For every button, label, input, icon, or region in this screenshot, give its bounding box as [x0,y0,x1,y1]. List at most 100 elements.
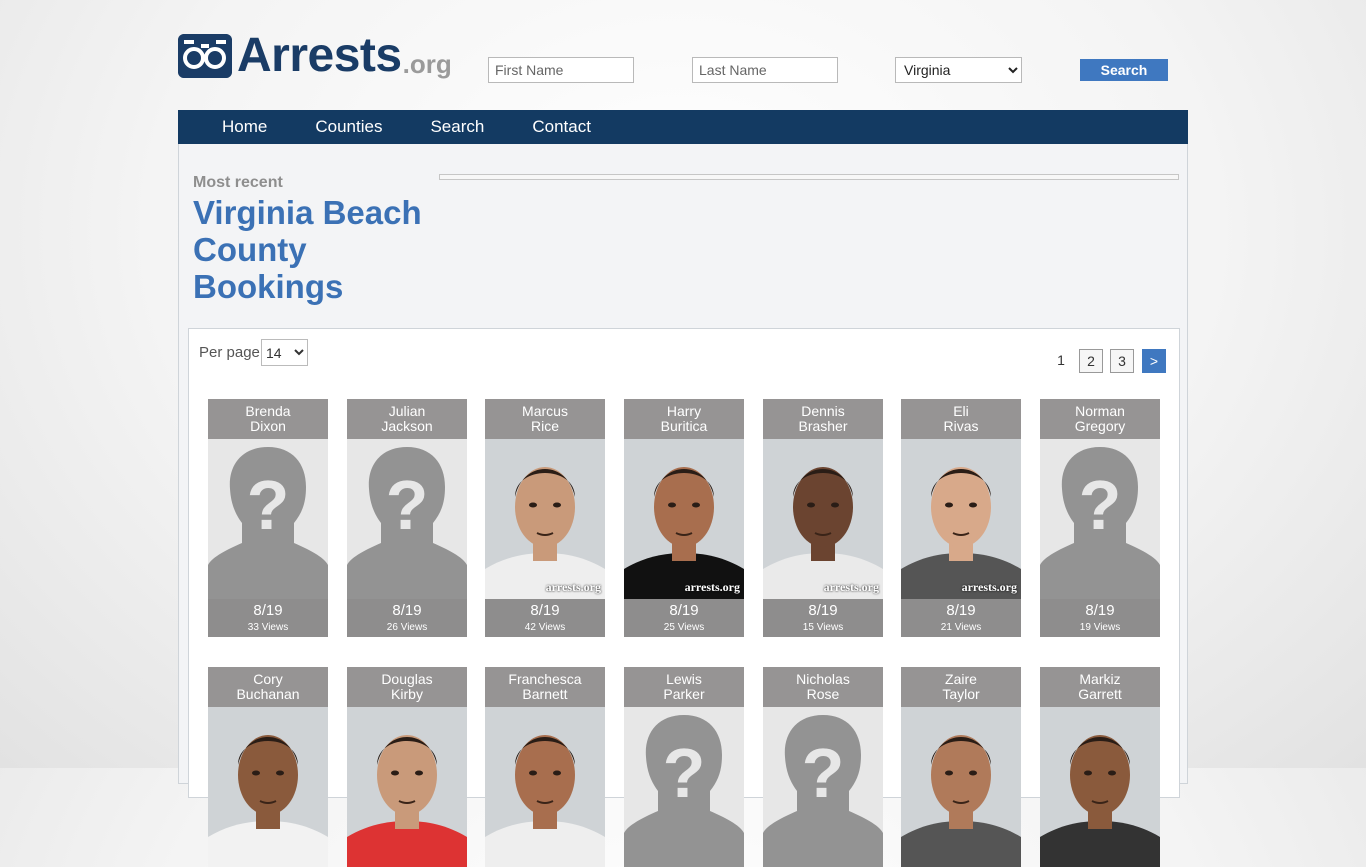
booking-card[interactable]: Harry Buritica arrests.org 8/19 25 Views [624,399,744,637]
booking-views: 21 Views [940,622,982,633]
svg-text:?: ? [386,466,429,544]
placeholder-silhouette-icon[interactable]: ? [347,439,467,599]
booking-last-name: Kirby [391,686,423,702]
mugshot-photo[interactable] [208,707,328,867]
booking-footer: 8/19 15 Views [763,599,883,637]
booking-date: 8/19 [669,602,699,619]
booking-card[interactable]: Zaire Taylor [901,667,1021,867]
booking-card[interactable]: Cory Buchanan [208,667,328,867]
mugshot-photo[interactable] [485,707,605,867]
search-button[interactable]: Search [1080,59,1168,81]
booking-name[interactable]: Franchesca Barnett [485,667,605,707]
booking-footer: 8/19 42 Views [485,599,605,637]
first-name-input[interactable] [488,57,634,83]
mugshot-photo[interactable]: arrests.org [763,439,883,599]
booking-name[interactable]: Cory Buchanan [208,667,328,707]
booking-footer: 8/19 25 Views [624,599,744,637]
booking-card[interactable]: Julian Jackson? 8/19 26 Views [347,399,467,637]
placeholder-silhouette-icon[interactable]: ? [624,707,744,867]
booking-footer: 8/19 26 Views [347,599,467,637]
booking-views: 42 Views [524,622,566,633]
booking-date: 8/19 [946,602,976,619]
booking-first-name: Marcus [522,403,568,419]
booking-name[interactable]: Douglas Kirby [347,667,467,707]
booking-last-name: Rice [530,418,559,434]
booking-card[interactable]: Markiz Garrett [1040,667,1160,867]
page-kicker: Most recent [193,174,283,191]
booking-name[interactable]: Julian Jackson [347,399,467,439]
booking-name[interactable]: Marcus Rice [485,399,605,439]
booking-name[interactable]: Norman Gregory [1040,399,1160,439]
photo-watermark: arrests.org [823,580,879,594]
photo-watermark: arrests.org [961,580,1017,594]
last-name-input[interactable] [692,57,838,83]
booking-name[interactable]: Nicholas Rose [763,667,883,707]
booking-footer: 8/19 19 Views [1040,599,1160,637]
booking-footer: 8/19 21 Views [901,599,1021,637]
mugshot-photo[interactable]: arrests.org [624,439,744,599]
svg-text:?: ? [247,466,290,544]
booking-first-name: Lewis [666,671,702,687]
booking-first-name: Eli [953,403,969,419]
booking-card[interactable]: Lewis Parker? [624,667,744,867]
page-3-link[interactable]: 3 [1110,349,1134,373]
booking-name[interactable]: Harry Buritica [624,399,744,439]
booking-date: 8/19 [392,602,422,619]
booking-views: 26 Views [386,622,428,633]
svg-text:?: ? [1079,466,1122,544]
booking-footer: 8/19 33 Views [208,599,328,637]
mugshot-photo[interactable] [347,707,467,867]
booking-name[interactable]: Lewis Parker [624,667,744,707]
nav-item-contact[interactable]: Contact [532,110,591,144]
booking-first-name: Franchesca [508,671,582,687]
mugshot-photo[interactable]: arrests.org [901,439,1021,599]
nav-item-search[interactable]: Search [430,110,484,144]
booking-last-name: Rose [806,686,840,702]
bookings-listing: Per page 14 1 2 3 > Brenda Dixon? 8/19 33 V… [188,328,1180,867]
state-select[interactable]: Virginia [895,57,1022,83]
next-page-button[interactable]: > [1142,349,1166,373]
booking-last-name: Buritica [660,418,708,434]
booking-card[interactable]: Dennis Brasher arrests.org 8/19 15 Views [763,399,883,637]
main-nav: Home Counties Search Contact [178,110,1188,144]
placeholder-silhouette-icon[interactable]: ? [208,439,328,599]
booking-name[interactable]: Zaire Taylor [901,667,1021,707]
booking-card[interactable]: Marcus Rice arrests.org 8/19 42 Views [485,399,605,637]
booking-name[interactable]: Markiz Garrett [1040,667,1160,707]
page-2-link[interactable]: 2 [1079,349,1103,373]
nav-item-counties[interactable]: Counties [315,110,382,144]
booking-card[interactable]: Douglas Kirby [347,667,467,867]
placeholder-silhouette-icon[interactable]: ? [1040,439,1160,599]
booking-views: 15 Views [802,622,844,633]
svg-text:?: ? [663,734,706,812]
booking-last-name: Garrett [1078,686,1122,702]
svg-text:?: ? [802,734,845,812]
mugshot-photo[interactable]: arrests.org [485,439,605,599]
booking-name[interactable]: Dennis Brasher [763,399,883,439]
booking-card[interactable]: Franchesca Barnett [485,667,605,867]
booking-card[interactable]: Eli Rivas arrests.org 8/19 21 Views [901,399,1021,637]
nav-item-home[interactable]: Home [222,110,267,144]
booking-last-name: Taylor [942,686,980,702]
mugshot-photo[interactable] [901,707,1021,867]
booking-name[interactable]: Eli Rivas [901,399,1021,439]
booking-name[interactable]: Brenda Dixon [208,399,328,439]
photo-watermark: arrests.org [545,580,601,594]
placeholder-silhouette-icon[interactable]: ? [763,707,883,867]
booking-card[interactable]: Brenda Dixon? 8/19 33 Views [208,399,328,637]
booking-last-name: Parker [663,686,705,702]
booking-first-name: Harry [666,403,702,419]
booking-card[interactable]: Norman Gregory? 8/19 19 Views [1040,399,1160,637]
booking-views: 33 Views [247,622,289,633]
booking-last-name: Buchanan [236,686,300,702]
site-logo[interactable]: Arrests .org [178,29,452,82]
logo-text: Arrests [237,29,402,82]
per-page-select[interactable]: 14 [261,339,308,366]
mugshot-photo[interactable] [1040,707,1160,867]
booking-card[interactable]: Nicholas Rose? [763,667,883,867]
handcuffs-logo-icon [178,34,232,78]
booking-date: 8/19 [253,602,283,619]
booking-first-name: Nicholas [796,671,850,687]
booking-date: 8/19 [1085,602,1115,619]
page-title: Virginia Beach County Bookings [193,194,422,305]
